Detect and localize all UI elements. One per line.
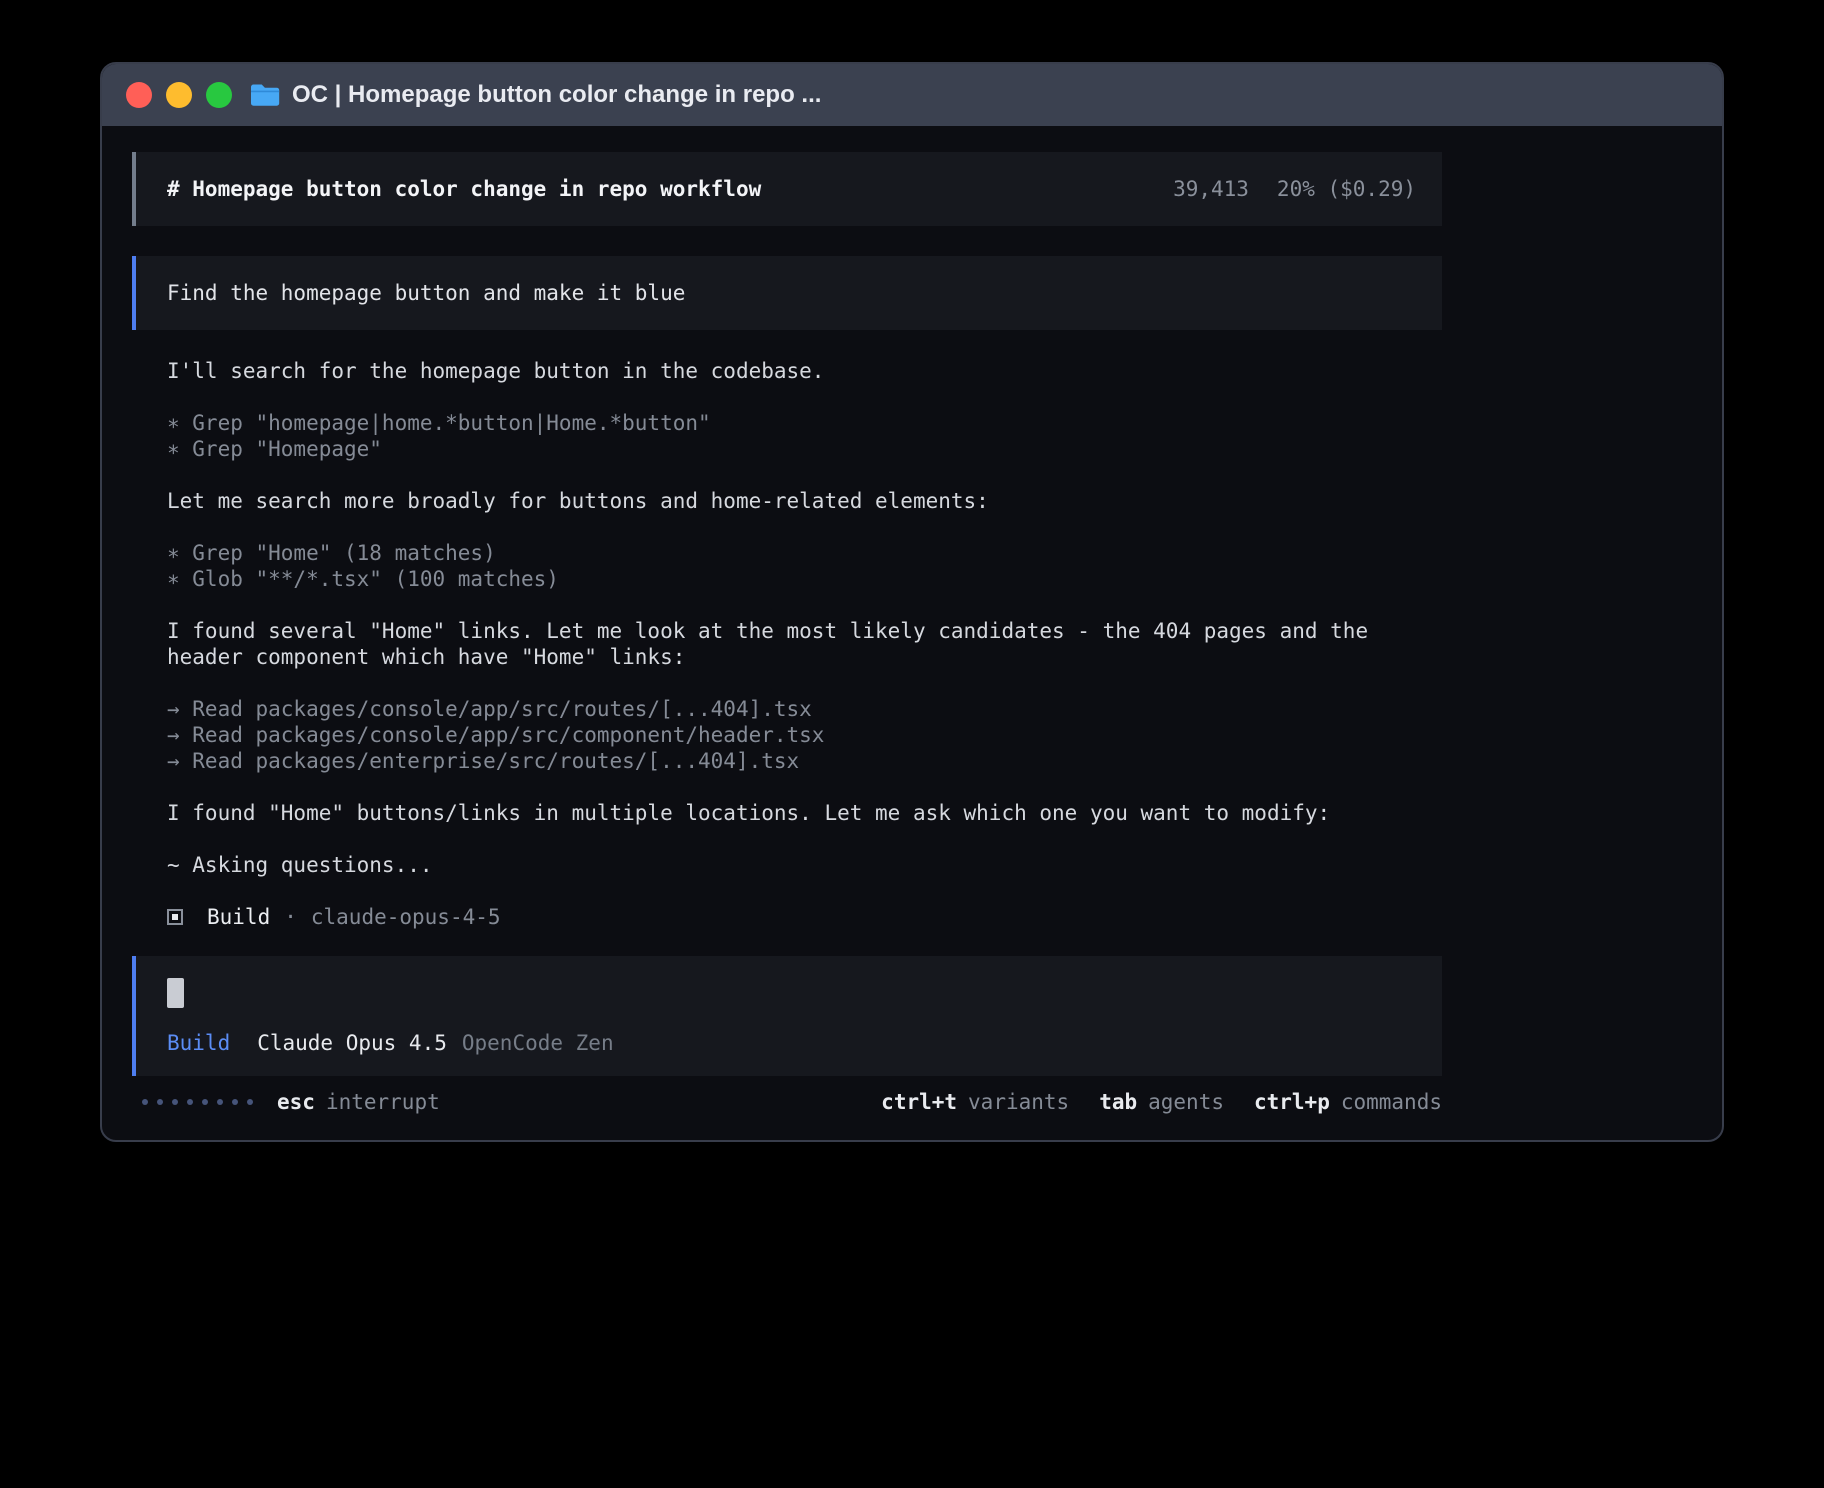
shortcut-agents: tab agents xyxy=(1099,1089,1224,1115)
tool-call-read: → Read packages/enterprise/src/routes/[.… xyxy=(167,748,1442,774)
agent-separator: · xyxy=(284,904,297,930)
prompt-meta: Build Claude Opus 4.5 OpenCode Zen xyxy=(167,1030,1416,1056)
working-status: ~ Asking questions... xyxy=(167,852,1442,878)
tool-call-read: → Read packages/console/app/src/componen… xyxy=(167,722,1442,748)
folder-icon xyxy=(248,82,280,108)
prompt-provider: OpenCode Zen xyxy=(462,1030,614,1056)
user-message: Find the homepage button and make it blu… xyxy=(132,256,1442,330)
spinner-dots xyxy=(142,1099,253,1105)
tool-call-grep: ∗ Grep "Homepage" xyxy=(167,436,1442,462)
tool-call-glob: ∗ Glob "**/*.tsx" (100 matches) xyxy=(167,566,1442,592)
tool-call-group: ∗ Grep "Home" (18 matches) ∗ Glob "**/*.… xyxy=(167,540,1442,592)
tool-call-group: ∗ Grep "homepage|home.*button|Home.*butt… xyxy=(167,410,1442,462)
esc-key-hint: esc xyxy=(277,1089,315,1115)
status-bar-left: esc interrupt xyxy=(142,1089,440,1115)
terminal-window: OC | Homepage button color change in rep… xyxy=(100,62,1724,1142)
zoom-button[interactable] xyxy=(206,82,232,108)
shortcut-variants: ctrl+t variants xyxy=(881,1089,1069,1115)
prompt-input[interactable]: Build Claude Opus 4.5 OpenCode Zen xyxy=(132,956,1442,1076)
shortcut-commands: ctrl+p commands xyxy=(1254,1089,1442,1115)
close-button[interactable] xyxy=(126,82,152,108)
status-bar: esc interrupt ctrl+t variants tab agents… xyxy=(132,1089,1442,1115)
prompt-model-name[interactable]: Claude Opus 4.5 xyxy=(257,1030,447,1056)
assistant-paragraph: Let me search more broadly for buttons a… xyxy=(167,488,1442,514)
minimize-button[interactable] xyxy=(166,82,192,108)
working-status-text: ~ Asking questions... xyxy=(167,852,1442,878)
status-bar-right: ctrl+t variants tab agents ctrl+p comman… xyxy=(881,1089,1442,1115)
tool-call-grep: ∗ Grep "homepage|home.*button|Home.*butt… xyxy=(167,410,1442,436)
assistant-response: I'll search for the homepage button in t… xyxy=(132,358,1442,930)
session-title: # Homepage button color change in repo w… xyxy=(167,176,761,202)
agent-model: claude-opus-4-5 xyxy=(311,904,501,930)
assistant-text: I found several "Home" links. Let me loo… xyxy=(167,618,1442,670)
terminal-content: # Homepage button color change in repo w… xyxy=(102,126,1722,1140)
prompt-agent-mode[interactable]: Build xyxy=(167,1030,230,1056)
assistant-paragraph: I found "Home" buttons/links in multiple… xyxy=(167,800,1442,826)
tool-call-group: → Read packages/console/app/src/routes/[… xyxy=(167,696,1442,774)
agent-status-line: Build · claude-opus-4-5 xyxy=(167,904,1442,930)
user-message-text: Find the homepage button and make it blu… xyxy=(167,281,685,305)
esc-key-label: interrupt xyxy=(326,1089,440,1115)
token-count: 39,413 xyxy=(1173,176,1249,202)
assistant-paragraph: I found several "Home" links. Let me loo… xyxy=(167,618,1442,670)
agent-icon xyxy=(167,909,183,925)
title-bar: OC | Homepage button color change in rep… xyxy=(102,64,1722,126)
agent-name: Build xyxy=(207,904,270,930)
text-cursor xyxy=(167,978,184,1008)
context-usage: 20% ($0.29) xyxy=(1277,176,1416,202)
assistant-paragraph: I'll search for the homepage button in t… xyxy=(167,358,1442,384)
traffic-lights xyxy=(126,82,232,108)
session-header: # Homepage button color change in repo w… xyxy=(132,152,1442,226)
assistant-text: Let me search more broadly for buttons a… xyxy=(167,488,1442,514)
session-stats: 39,413 20% ($0.29) xyxy=(1173,176,1416,202)
assistant-text: I'll search for the homepage button in t… xyxy=(167,358,1442,384)
window-title: OC | Homepage button color change in rep… xyxy=(292,81,821,109)
assistant-text: I found "Home" buttons/links in multiple… xyxy=(167,800,1442,826)
tool-call-grep: ∗ Grep "Home" (18 matches) xyxy=(167,540,1442,566)
tool-call-read: → Read packages/console/app/src/routes/[… xyxy=(167,696,1442,722)
